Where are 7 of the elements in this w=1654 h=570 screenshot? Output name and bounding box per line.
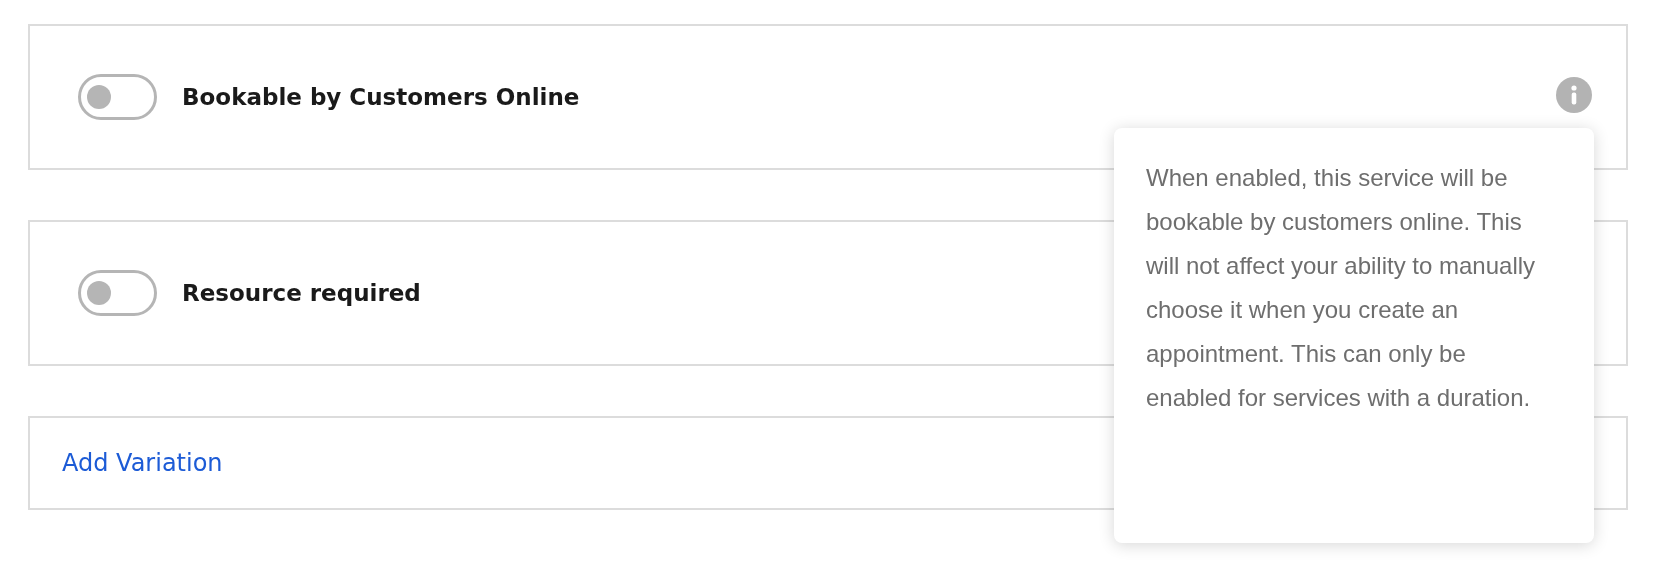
tooltip-text: When enabled, this service will be bookable by customers online. This will not affect your ability to manually choose it when you create an appointment. This can only be enabled for services with a duration. xyxy=(1146,163,1537,413)
setting-label: Bookable by Customers Online xyxy=(182,84,580,110)
toggle-switch[interactable] xyxy=(78,74,157,120)
setting-label: Resource required xyxy=(182,280,421,306)
info-icon[interactable] xyxy=(1556,77,1592,113)
add-variation-link[interactable]: Add Variation xyxy=(62,449,223,477)
toggle-switch[interactable] xyxy=(78,270,157,316)
